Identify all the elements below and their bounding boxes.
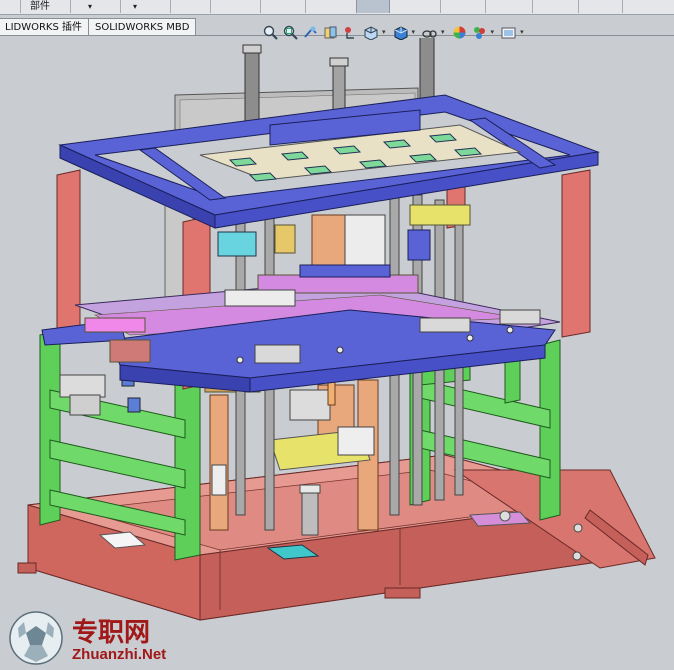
active-toolbar-button[interactable]: [356, 0, 390, 13]
apply-scene-dropdown-arrow-icon[interactable]: ▾: [491, 28, 495, 36]
part-dropdown-arrow-icon[interactable]: ▾: [88, 0, 92, 13]
menu-separator: [578, 0, 579, 13]
watermark-latin-text: Zhuanzhi.Net: [72, 646, 167, 663]
top-menu-bar: 部件 ▾ ▾: [0, 0, 674, 15]
top-blue-frame: [58, 94, 600, 229]
view-settings-dropdown-arrow-icon[interactable]: ▾: [520, 28, 524, 36]
menu-separator: [170, 0, 171, 13]
menu-separator: [485, 0, 486, 13]
watermark-chinese-text: 专职网: [72, 618, 151, 648]
middle-blue-plate: [41, 279, 561, 393]
hide-show-dropdown-arrow-icon[interactable]: ▾: [441, 28, 445, 36]
menu-separator: [260, 0, 261, 13]
menu-separator: [305, 0, 306, 13]
menu-separator: [120, 0, 121, 13]
second-dropdown-arrow-icon[interactable]: ▾: [133, 0, 137, 13]
menu-separator: [210, 0, 211, 13]
tab-solidworks-addins[interactable]: LIDWORKS 插件: [0, 18, 90, 36]
menu-separator: [622, 0, 623, 13]
tab-solidworks-mbd[interactable]: SOLIDWORKS MBD: [88, 18, 197, 36]
part-menu[interactable]: 部件: [30, 0, 50, 13]
menu-separator: [440, 0, 441, 13]
soccer-ball-logo-icon: [9, 611, 63, 665]
3d-viewport-canvas[interactable]: [0, 38, 674, 670]
menu-separator: [70, 0, 71, 13]
display-style-dropdown-arrow-icon[interactable]: ▾: [412, 28, 416, 36]
menu-separator: [20, 0, 21, 13]
menu-separator: [532, 0, 533, 13]
view-orientation-dropdown-arrow-icon[interactable]: ▾: [382, 28, 386, 36]
